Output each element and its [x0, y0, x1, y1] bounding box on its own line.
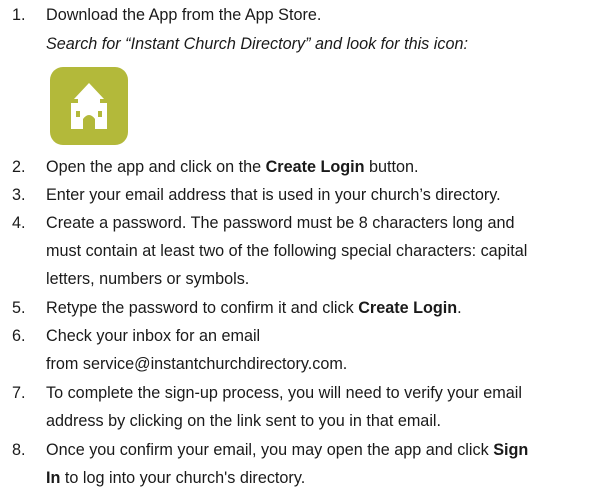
step-text: must contain at least two of the followi…: [46, 242, 528, 260]
step-text: Create a password. The password must be …: [46, 214, 515, 232]
step-number: 4.: [12, 214, 26, 232]
step-text: In to log into your church's directory.: [46, 469, 306, 487]
step-text: Check your inbox for an email: [46, 327, 261, 345]
create-login-bold: Create Login: [358, 299, 458, 317]
step-text: address by clicking on the link sent to …: [46, 412, 442, 430]
church-house-icon: [50, 67, 128, 145]
step-number: 8.: [12, 441, 26, 459]
step-number: 7.: [12, 384, 26, 402]
step-number: 6.: [12, 327, 26, 345]
step-number: 5.: [12, 299, 26, 317]
step-number: 3.: [12, 186, 26, 204]
step-text: Enter your email address that is used in…: [46, 186, 501, 204]
create-login-bold: Create Login: [265, 158, 365, 176]
step-text: Open the app and click on the Create Log…: [46, 158, 419, 176]
step-instruction: Search for “Instant Church Directory” an…: [46, 35, 468, 53]
step-text: Once you confirm your email, you may ope…: [46, 441, 529, 459]
step-text: letters, numbers or symbols.: [46, 270, 250, 288]
step-number: 2.: [12, 158, 26, 176]
sign-bold: Sign: [493, 441, 529, 459]
step-text: from service@instantchurchdirectory.com.: [46, 355, 348, 373]
in-bold: In: [46, 469, 61, 487]
step-number: 1.: [12, 6, 26, 24]
step-text: To complete the sign-up process, you wil…: [46, 384, 522, 402]
step-text: Retype the password to confirm it and cl…: [46, 299, 462, 317]
step-text: Download the App from the App Store.: [46, 6, 322, 24]
